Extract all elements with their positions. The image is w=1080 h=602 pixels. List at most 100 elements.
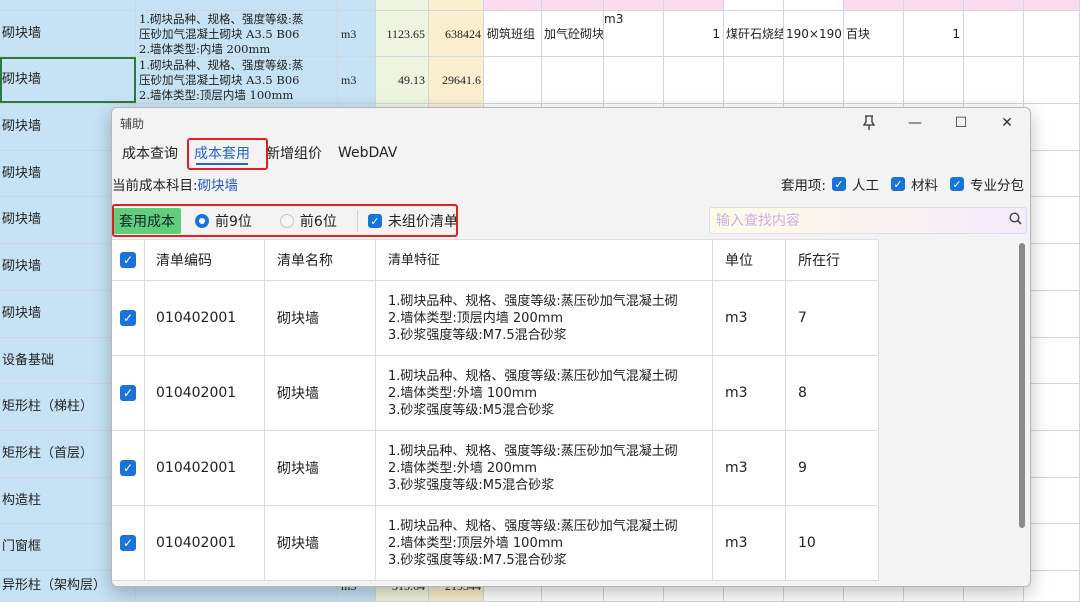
header-name: 清单名称 xyxy=(265,240,376,280)
sheet-cell-unit2[interactable]: 百块 xyxy=(844,11,904,56)
search-input[interactable] xyxy=(716,212,1004,229)
highlight-box-tab xyxy=(187,138,268,170)
cell-code: 010402001 xyxy=(145,506,265,580)
sheet-cell-material-name[interactable]: 煤矸石烧结 xyxy=(724,11,784,56)
sheet-cell-material-unit[interactable] xyxy=(604,57,664,103)
sheet-cell-material-unit[interactable]: m3 xyxy=(604,11,664,56)
checkbox-labor[interactable]: ✓ xyxy=(832,177,846,191)
subject-value: 砌块墙 xyxy=(197,178,239,194)
cell-name: 砌块墙 xyxy=(265,281,376,355)
tab-webdav[interactable]: WebDAV xyxy=(332,139,403,167)
dialog-titlebar: 辅助 — ☐ ✕ xyxy=(112,108,1030,138)
feature-line: 1.砌块品种、规格、强度等级:蒸压砂加气混凝土砌 xyxy=(388,368,678,384)
sheet-cell-material[interactable]: 加气砼砌块 xyxy=(542,11,604,56)
sheet-cell-empty[interactable] xyxy=(1024,291,1080,337)
cell-name: 砌块墙 xyxy=(265,431,376,505)
sheet-cell-empty[interactable] xyxy=(1024,244,1080,290)
apply-items-label: 套用项: xyxy=(780,178,826,194)
feature-lines: 1.砌块品种、规格、强度等级:蒸压砂加气混凝土砌 2.墙体类型:外墙 200mm 3… xyxy=(388,443,678,494)
scrollbar[interactable] xyxy=(1019,243,1025,528)
row-select-cell[interactable]: ✓ xyxy=(112,506,145,580)
tab-new-pricing[interactable]: 新增组价 xyxy=(260,139,328,167)
select-all-checkbox[interactable]: ✓ xyxy=(120,252,136,268)
sheet-row[interactable]: 砌块墙 1.砌块品种、规格、强度等级:蒸 压砂加气混凝土砌块 A3.5 B06 2.墙… xyxy=(0,57,1080,104)
sheet-cell-amount[interactable]: 29641.6 xyxy=(429,57,484,103)
subject-label: 当前成本科目: xyxy=(112,178,198,194)
table-row[interactable]: ✓ 010402001 砌块墙 1.砌块品种、规格、强度等级:蒸压砂加气混凝土砌 2.墙… xyxy=(112,431,879,506)
sheet-cell-qty1[interactable]: 1 xyxy=(664,11,724,56)
row-checkbox[interactable]: ✓ xyxy=(120,310,136,326)
row-checkbox[interactable]: ✓ xyxy=(120,385,136,401)
sheet-cell-empty[interactable] xyxy=(1024,57,1080,103)
sheet-cell-spec[interactable]: 190×190 xyxy=(784,11,844,56)
search-icon[interactable] xyxy=(1004,212,1026,229)
sheet-cell-qty[interactable]: 49.13 xyxy=(376,57,429,103)
sheet-cell-empty[interactable] xyxy=(964,11,1024,56)
pin-icon[interactable] xyxy=(846,108,892,138)
search-box xyxy=(709,207,1027,234)
sheet-row[interactable]: 砌块墙 1.砌块品种、规格、强度等级:蒸 压砂加气混凝土砌块 A3.5 B06 2.墙… xyxy=(0,11,1080,57)
row-select-cell[interactable]: ✓ xyxy=(112,281,145,355)
sheet-cell-empty[interactable] xyxy=(1024,104,1080,150)
table-row[interactable]: ✓ 010402001 砌块墙 1.砌块品种、规格、强度等级:蒸压砂加气混凝土砌 2.墙… xyxy=(112,356,879,431)
sheet-cell-feature[interactable]: 1.砌块品种、规格、强度等级:蒸 压砂加气混凝土砌块 A3.5 B06 2.墙体类型… xyxy=(136,11,338,56)
sheet-cell-name[interactable]: 砌块墙 xyxy=(0,11,136,56)
sheet-cell-unit[interactable]: m3 xyxy=(338,57,376,103)
table-row[interactable]: ✓ 010402001 砌块墙 1.砌块品种、规格、强度等级:蒸压砂加气混凝土砌 2.墙… xyxy=(112,281,879,356)
sheet-feature-line: 压砂加气混凝土砌块 A3.5 B06 xyxy=(139,73,300,87)
sheet-cell-amount[interactable]: 638424 xyxy=(429,11,484,56)
feature-line: 3.砂浆强度等级:M5混合砂浆 xyxy=(388,402,555,418)
sheet-cell-empty[interactable] xyxy=(1024,197,1080,243)
header-select-all[interactable]: ✓ xyxy=(112,240,145,280)
feature-lines: 1.砌块品种、规格、强度等级:蒸压砂加气混凝土砌 2.墙体类型:顶层内墙 200m… xyxy=(388,293,678,344)
cell-row-number: 8 xyxy=(786,356,879,430)
sheet-cell-team[interactable]: 砌筑班组 xyxy=(484,11,542,56)
sheet-cell-empty[interactable] xyxy=(1024,151,1080,196)
minimize-button[interactable]: — xyxy=(892,108,938,138)
table-header: ✓ 清单编码 清单名称 清单特征 单位 所在行 xyxy=(112,240,879,281)
sheet-cell-empty[interactable] xyxy=(964,57,1024,103)
sheet-cell-qty1[interactable] xyxy=(664,57,724,103)
row-checkbox[interactable]: ✓ xyxy=(120,535,136,551)
cell-unit: m3 xyxy=(713,281,786,355)
tab-cost-query[interactable]: 成本查询 xyxy=(116,139,184,167)
sheet-cell-team[interactable] xyxy=(484,57,542,103)
sheet-cell-empty[interactable] xyxy=(1024,11,1080,56)
feature-line: 2.墙体类型:顶层外墙 100mm xyxy=(388,535,564,551)
sheet-cell-spec[interactable] xyxy=(784,57,844,103)
sheet-cell-empty[interactable] xyxy=(1024,384,1080,430)
sheet-cell-qty2[interactable] xyxy=(904,57,964,103)
cell-feature: 1.砌块品种、规格、强度等级:蒸压砂加气混凝土砌 2.墙体类型:顶层内墙 200m… xyxy=(376,281,713,355)
sheet-cell-empty[interactable] xyxy=(1024,524,1080,570)
apply-option-subcontract: 专业分包 xyxy=(970,178,1024,194)
sheet-cell-unit2[interactable] xyxy=(844,57,904,103)
table-row[interactable]: ✓ 010402001 砌块墙 1.砌块品种、规格、强度等级:蒸压砂加气混凝土砌 2.墙… xyxy=(112,506,879,581)
sheet-cell-unit[interactable]: m3 xyxy=(338,11,376,56)
checkbox-subcontract[interactable]: ✓ xyxy=(950,177,964,191)
sheet-cell-empty[interactable] xyxy=(1024,571,1080,601)
highlight-box-toolbar xyxy=(112,204,458,237)
sheet-cell-material-name[interactable] xyxy=(724,57,784,103)
sheet-cell-empty[interactable] xyxy=(1024,431,1080,477)
sheet-cell-name[interactable]: 砌块墙 xyxy=(0,57,136,103)
feature-line: 2.墙体类型:外墙 200mm xyxy=(388,460,538,476)
cell-unit: m3 xyxy=(713,356,786,430)
row-select-cell[interactable]: ✓ xyxy=(112,356,145,430)
sheet-cell-qty2[interactable]: 1 xyxy=(904,11,964,56)
apply-items: 套用项: ✓ 人工 ✓ 材料 ✓ 专业分包 xyxy=(781,174,1024,194)
sheet-cell-material[interactable] xyxy=(542,57,604,103)
sheet-cell-empty[interactable] xyxy=(1024,338,1080,383)
sheet-header-row xyxy=(0,0,1080,11)
cell-unit: m3 xyxy=(713,506,786,580)
apply-option-material: 材料 xyxy=(911,178,938,194)
row-checkbox[interactable]: ✓ xyxy=(120,460,136,476)
cell-feature: 1.砌块品种、规格、强度等级:蒸压砂加气混凝土砌 2.墙体类型:外墙 200mm 3… xyxy=(376,431,713,505)
sheet-cell-qty[interactable]: 1123.65 xyxy=(376,11,429,56)
sheet-cell-empty[interactable] xyxy=(1024,478,1080,523)
sheet-feature-line: 1.砌块品种、规格、强度等级:蒸 xyxy=(139,12,304,26)
maximize-button[interactable]: ☐ xyxy=(938,108,984,138)
sheet-cell-feature[interactable]: 1.砌块品种、规格、强度等级:蒸 压砂加气混凝土砌块 A3.5 B06 2.墙体类型… xyxy=(136,57,338,103)
row-select-cell[interactable]: ✓ xyxy=(112,431,145,505)
checkbox-material[interactable]: ✓ xyxy=(891,177,905,191)
close-button[interactable]: ✕ xyxy=(984,108,1030,138)
